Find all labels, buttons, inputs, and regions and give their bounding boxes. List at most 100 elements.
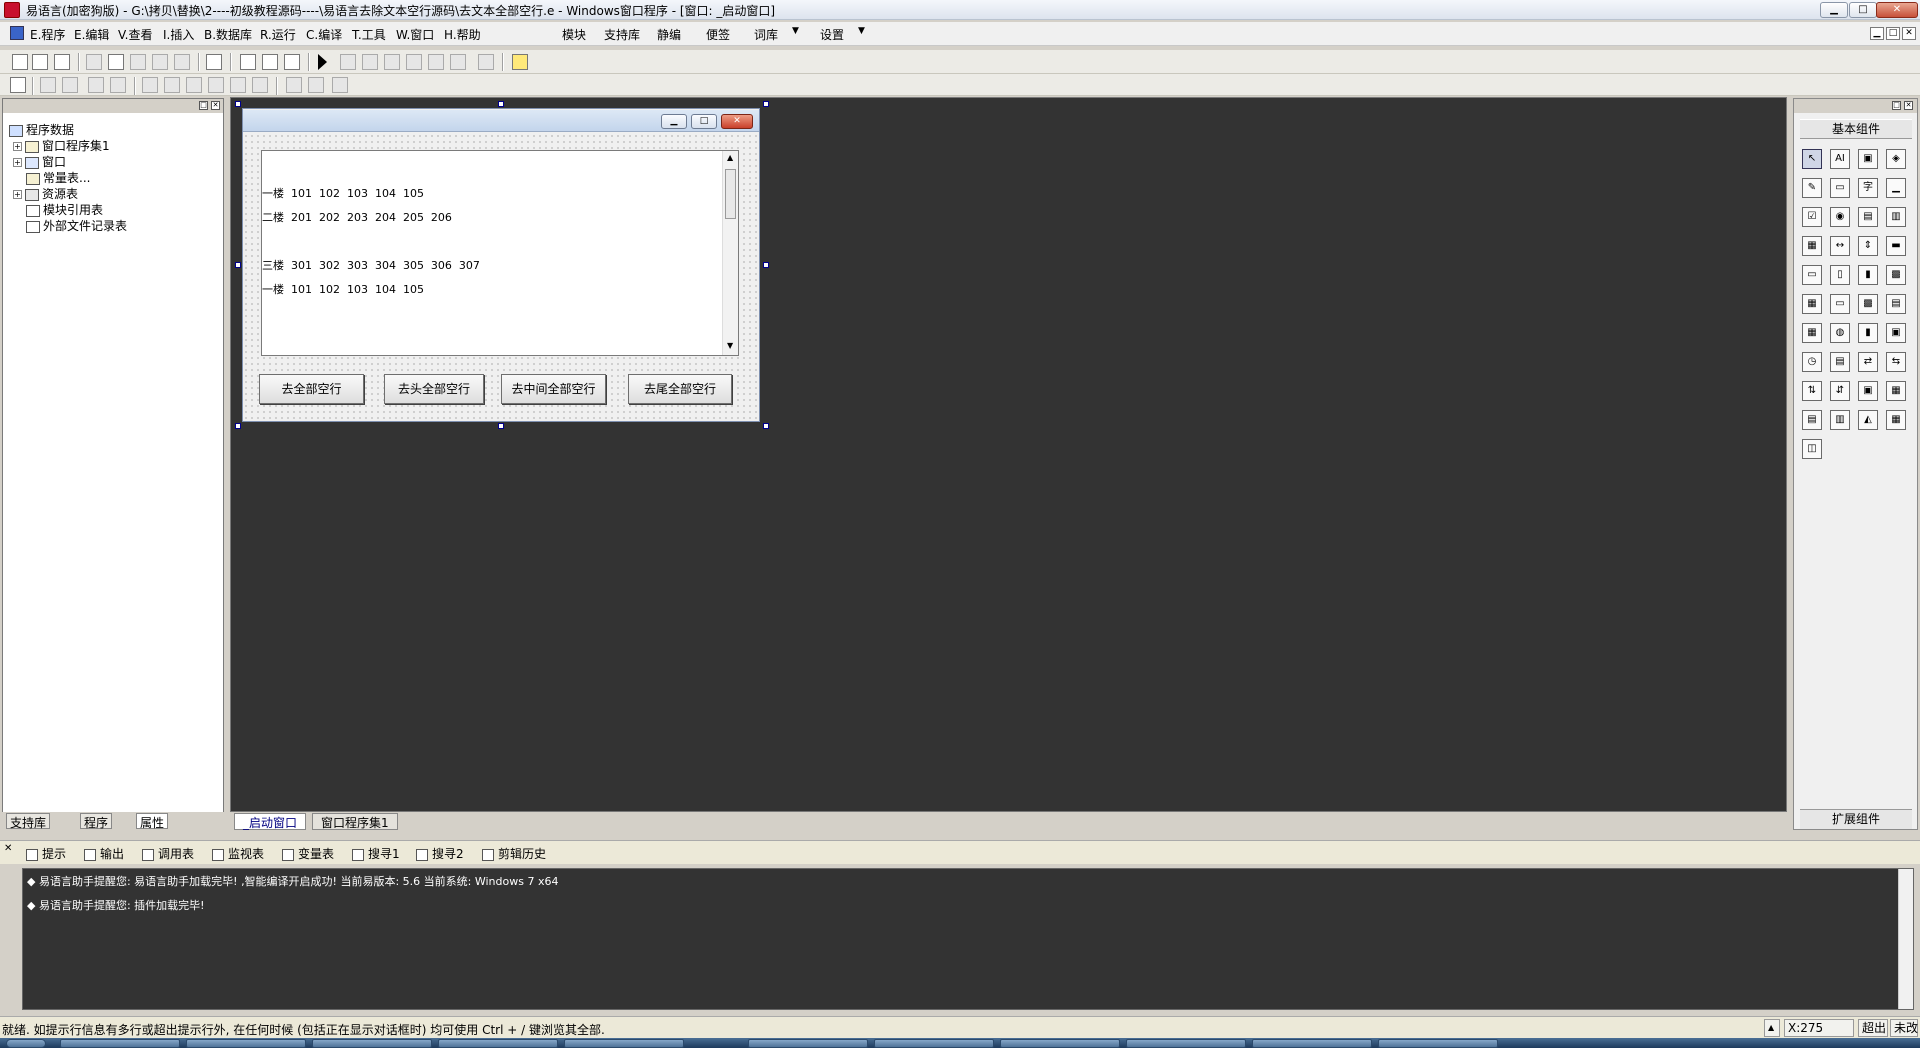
tab-window-program-set[interactable]: 窗口程序集1 xyxy=(312,813,398,830)
component-17-icon[interactable]: ▯ xyxy=(1830,265,1850,285)
tree-item-external-files[interactable]: 外部文件记录表 xyxy=(26,217,127,233)
panel-close-icon[interactable]: ✕ xyxy=(1904,101,1913,110)
tab-call-table[interactable]: 调用表 xyxy=(142,845,194,861)
lexicon-dropdown-icon[interactable]: ▼ xyxy=(792,26,799,36)
component-32-icon[interactable]: ⇅ xyxy=(1802,381,1822,401)
component-6-icon[interactable]: 字 xyxy=(1858,178,1878,198)
menu-insert[interactable]: I.插入 xyxy=(163,26,194,43)
program-menu-icon[interactable] xyxy=(10,26,24,40)
component-26-icon[interactable]: ▮ xyxy=(1858,323,1878,343)
status-up-icon[interactable]: ▲ xyxy=(1764,1019,1780,1037)
align-right-icon[interactable] xyxy=(62,77,78,93)
copy-icon[interactable] xyxy=(108,54,124,70)
component-9-icon[interactable]: ◉ xyxy=(1830,207,1850,227)
close-button[interactable]: ✕ xyxy=(1876,2,1918,18)
paste-icon[interactable] xyxy=(130,54,146,70)
component-4-icon[interactable]: ✎ xyxy=(1802,178,1822,198)
menu-compile[interactable]: C.编译 xyxy=(306,26,342,43)
component-33-icon[interactable]: ⇵ xyxy=(1830,381,1850,401)
component-12-icon[interactable]: ▦ xyxy=(1802,236,1822,256)
layout-1-icon[interactable] xyxy=(240,54,256,70)
taskbar-item[interactable] xyxy=(438,1039,558,1048)
component-38-icon[interactable]: ◭ xyxy=(1858,410,1878,430)
component-31-icon[interactable]: ⇆ xyxy=(1886,352,1906,372)
expand-icon[interactable]: + xyxy=(13,158,22,167)
stop-icon[interactable] xyxy=(340,54,356,70)
component-11-icon[interactable]: ▥ xyxy=(1886,207,1906,227)
size-3-icon[interactable] xyxy=(332,77,348,93)
resize-handle[interactable] xyxy=(498,423,504,429)
tab-hint[interactable]: 提示 xyxy=(26,845,66,861)
step-4-icon[interactable] xyxy=(428,54,444,70)
menu-database[interactable]: B.数据库 xyxy=(204,26,252,43)
space-v-icon[interactable] xyxy=(252,77,268,93)
resize-handle[interactable] xyxy=(235,101,241,107)
remove-all-blank-lines-button[interactable]: 去全部空行 xyxy=(259,374,364,404)
tab-program[interactable]: 程序 xyxy=(80,813,113,830)
component-39-icon[interactable]: ▦ xyxy=(1886,410,1906,430)
tree-item-window[interactable]: + 窗口 xyxy=(13,153,66,169)
form-maximize-button[interactable]: □ xyxy=(691,114,717,129)
component-22-icon[interactable]: ▩ xyxy=(1858,294,1878,314)
remove-trailing-blank-lines-button[interactable]: 去尾全部空行 xyxy=(628,374,732,404)
run-icon[interactable] xyxy=(318,54,327,70)
tree-item-constants[interactable]: 常量表... xyxy=(26,169,90,185)
align-bottom-icon[interactable] xyxy=(110,77,126,93)
output-close-icon[interactable]: ✕ xyxy=(4,843,12,854)
tab-startup-window[interactable]: _启动窗口 xyxy=(234,813,307,830)
expand-icon[interactable]: + xyxy=(13,190,22,199)
taskbar-item[interactable] xyxy=(748,1039,868,1048)
step-3-icon[interactable] xyxy=(406,54,422,70)
component-10-icon[interactable]: ▤ xyxy=(1858,207,1878,227)
align-top-icon[interactable] xyxy=(88,77,104,93)
component-30-icon[interactable]: ⇄ xyxy=(1858,352,1878,372)
component-8-icon[interactable]: ☑ xyxy=(1802,207,1822,227)
taskbar-item[interactable] xyxy=(186,1039,306,1048)
tab-variable-table[interactable]: 变量表 xyxy=(282,845,334,861)
panel-restore-icon[interactable]: □ xyxy=(1892,101,1901,110)
tree-item-program-data[interactable]: 程序数据 xyxy=(9,121,74,137)
component-19-icon[interactable]: ▩ xyxy=(1886,265,1906,285)
component-36-icon[interactable]: ▤ xyxy=(1802,410,1822,430)
taskbar-item[interactable] xyxy=(1126,1039,1246,1048)
size-2-icon[interactable] xyxy=(308,77,324,93)
layout-2-icon[interactable] xyxy=(262,54,278,70)
resize-handle[interactable] xyxy=(763,423,769,429)
resize-handle[interactable] xyxy=(763,262,769,268)
maximize-button[interactable]: □ xyxy=(1849,2,1877,18)
component-3-icon[interactable]: ◈ xyxy=(1886,149,1906,169)
menu-run[interactable]: R.运行 xyxy=(260,26,296,43)
component-20-icon[interactable]: ▦ xyxy=(1802,294,1822,314)
output-pane[interactable]: ◆ 易语言助手提醒您: 易语言助手加载完毕! ,智能编译开启成功! 当前易版本:… xyxy=(22,868,1914,1010)
edit-box[interactable]: 一楼 101 102 103 104 105 二楼 201 202 203 20… xyxy=(261,150,739,356)
step-1-icon[interactable] xyxy=(362,54,378,70)
hand-icon[interactable] xyxy=(478,54,494,70)
tab-search1[interactable]: 搜寻1 xyxy=(352,845,400,861)
undo-icon[interactable] xyxy=(174,54,190,70)
component-5-icon[interactable]: ▭ xyxy=(1830,178,1850,198)
start-button[interactable] xyxy=(6,1039,46,1048)
component-35-icon[interactable]: ▦ xyxy=(1886,381,1906,401)
tree-item-module-refs[interactable]: 模块引用表 xyxy=(26,201,103,217)
tab-properties[interactable]: 属性 xyxy=(136,813,169,830)
find-icon[interactable] xyxy=(206,54,222,70)
step-2-icon[interactable] xyxy=(384,54,400,70)
taskbar-item[interactable] xyxy=(874,1039,994,1048)
resize-handle[interactable] xyxy=(763,101,769,107)
menu-edit[interactable]: E.编辑 xyxy=(74,26,109,43)
menu-settings[interactable]: 设置 xyxy=(820,26,844,43)
center-v-icon[interactable] xyxy=(164,77,180,93)
expand-icon[interactable]: + xyxy=(13,142,22,151)
resize-handle[interactable] xyxy=(498,101,504,107)
taskbar-item[interactable] xyxy=(1378,1039,1498,1048)
menu-notes[interactable]: 便签 xyxy=(706,26,730,43)
component-28-icon[interactable]: ◷ xyxy=(1802,352,1822,372)
tab-output[interactable]: 输出 xyxy=(84,845,124,861)
component-40-icon[interactable]: ◫ xyxy=(1802,439,1822,459)
form-grid-icon[interactable] xyxy=(10,77,26,93)
mdi-restore-button[interactable]: □ xyxy=(1886,27,1900,40)
menu-window[interactable]: W.窗口 xyxy=(396,26,434,43)
save-icon[interactable] xyxy=(54,54,70,70)
taskbar-item[interactable] xyxy=(1252,1039,1372,1048)
scroll-thumb[interactable] xyxy=(725,169,736,219)
